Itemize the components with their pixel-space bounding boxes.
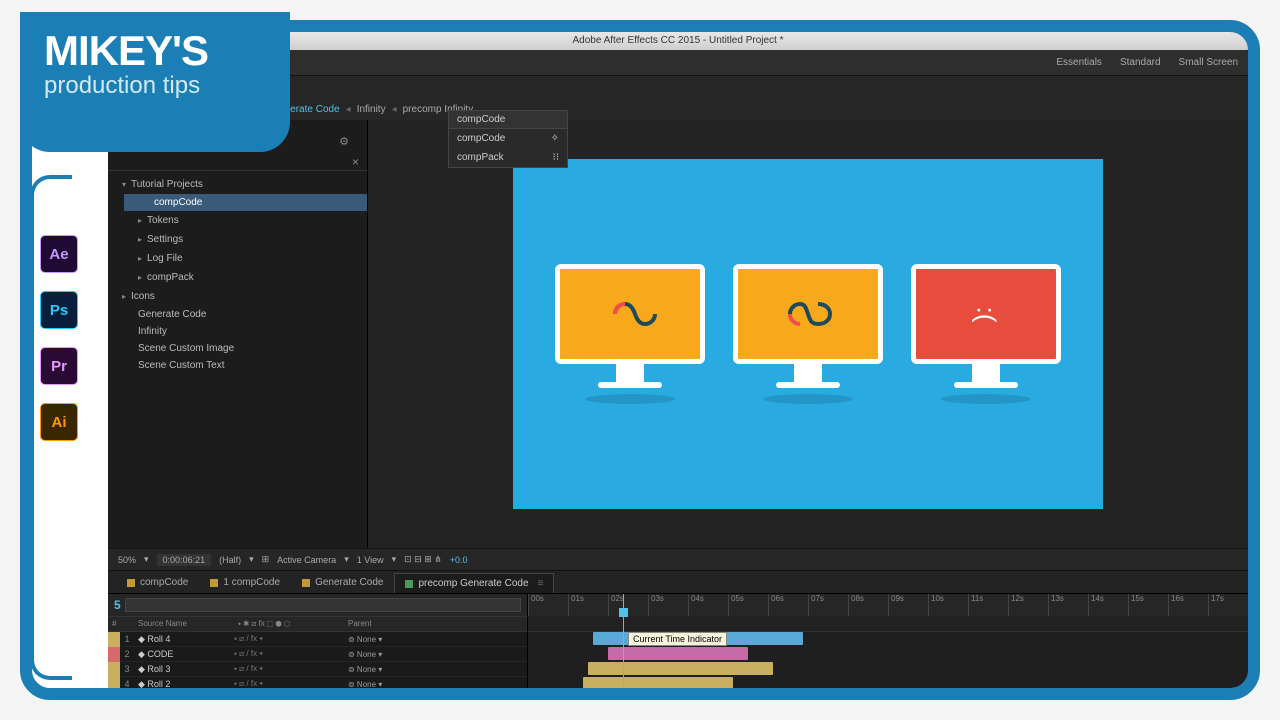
compcode-panel[interactable]: COMPCODE ⚙ Tutorial Projects compCode To… <box>108 120 368 548</box>
app-icon-rail: Ae Ps Pr Ai <box>22 175 80 680</box>
tree-item[interactable]: compCode <box>124 194 367 211</box>
panel-close-bar[interactable] <box>108 157 367 171</box>
workspace-small-screen[interactable]: Small Screen <box>1179 57 1238 68</box>
resolution-dropdown[interactable]: (Half) <box>219 555 241 565</box>
tree-item[interactable]: Settings <box>124 230 367 249</box>
monitor-graphic-2 <box>733 264 883 404</box>
sad-face-icon: :( <box>970 306 1001 322</box>
timeline-tab[interactable]: Generate Code <box>291 572 394 593</box>
timeline-tab[interactable]: 1 compCode <box>199 572 291 593</box>
timeline-tab-active[interactable]: precomp Generate Code≡ <box>394 573 554 593</box>
premiere-icon: Pr <box>40 347 78 385</box>
compcode-tree[interactable]: Tutorial Projects compCode Tokens Settin… <box>108 171 367 378</box>
timeline-tabs[interactable]: compCode 1 compCode Generate Code precom… <box>108 570 1248 594</box>
composition-viewer[interactable]: :( <box>368 120 1248 548</box>
monitor-graphic-1 <box>555 264 705 404</box>
timeline-layer[interactable]: 3◆ Roll 3⬩ ⧄ / fx ▾⊚ None ▾ <box>108 662 527 677</box>
current-time-display[interactable]: 5 <box>114 598 121 612</box>
workspace-switcher[interactable]: Essentials Standard Small Screen <box>1056 57 1238 68</box>
after-effects-icon: Ae <box>40 235 78 273</box>
tree-group-tutorial-projects[interactable]: Tutorial Projects <box>108 175 367 194</box>
cti-tooltip: Current Time Indicator <box>628 632 727 646</box>
timecode-display[interactable]: 0:00:06:21 <box>157 554 212 566</box>
panel-settings-icon[interactable]: ⚙ <box>339 135 353 148</box>
brand-badge: MIKEY'S production tips <box>20 12 290 152</box>
time-ruler[interactable]: 00s01s02s03s04s05s06s07s08s09s10s11s12s1… <box>528 594 1248 616</box>
tree-item[interactable]: Log File <box>124 249 367 268</box>
timeline-layer[interactable]: 1◆ Roll 4⬩ ⧄ / fx ▾⊚ None ▾ <box>108 632 527 647</box>
zoom-dropdown[interactable]: 50% <box>118 555 136 565</box>
timeline-panel[interactable]: 5 # Source Name ⬩ ✱ ⧄ fx ⬚ ⬢ ⬡ Parent 1◆… <box>108 594 1248 700</box>
comppack-run-button[interactable]: compPack⁝⁝ <box>449 148 567 167</box>
playhead[interactable] <box>623 594 624 700</box>
tree-item[interactable]: Scene Custom Text <box>108 357 367 374</box>
layer-search-input[interactable] <box>125 598 521 612</box>
exposure-control[interactable]: +0.0 <box>450 555 468 565</box>
compcode-run-button[interactable]: compCode✧ <box>449 129 567 148</box>
comp-canvas: :( <box>513 159 1103 509</box>
tree-item[interactable]: Scene Custom Image <box>108 340 367 357</box>
tree-item[interactable]: Tokens <box>124 211 367 230</box>
compcode-floating-panel[interactable]: compCode compCode✧ compPack⁝⁝ <box>448 110 568 168</box>
tree-item[interactable]: compPack <box>124 268 367 287</box>
monitor-graphic-3: :( <box>911 264 1061 404</box>
brand-subtitle: production tips <box>44 72 266 100</box>
tree-group-icons[interactable]: Icons <box>108 287 367 306</box>
timeline-layer[interactable]: 4◆ Roll 2⬩ ⧄ / fx ▾⊚ None ▾ <box>108 677 527 692</box>
views-dropdown[interactable]: 1 View <box>357 555 384 565</box>
tree-item[interactable]: Generate Code <box>108 306 367 323</box>
timeline-layer[interactable]: 5◆ Null⬩ ⧄ / fx ▾⊚ 13. Leg ▾ <box>108 692 527 700</box>
viewer-controls-bar[interactable]: 50% ▾ 0:00:06:21 (Half)▾ ⊞ Active Camera… <box>108 548 1248 570</box>
camera-dropdown[interactable]: Active Camera <box>277 555 336 565</box>
illustrator-icon: Ai <box>40 403 78 441</box>
brand-title: MIKEY'S <box>44 30 266 72</box>
timeline-layer[interactable]: 2◆ CODE⬩ ⧄ / fx ▾⊚ None ▾ <box>108 647 527 662</box>
timeline-tab[interactable]: compCode <box>116 572 199 593</box>
workspace-essentials[interactable]: Essentials <box>1056 57 1102 68</box>
tree-item[interactable]: Infinity <box>108 323 367 340</box>
photoshop-icon: Ps <box>40 291 78 329</box>
timeline-tracks[interactable]: 00s01s02s03s04s05s06s07s08s09s10s11s12s1… <box>528 594 1248 700</box>
layer-column-headers: # Source Name ⬩ ✱ ⧄ fx ⬚ ⬢ ⬡ Parent <box>108 616 527 632</box>
workspace-standard[interactable]: Standard <box>1120 57 1161 68</box>
